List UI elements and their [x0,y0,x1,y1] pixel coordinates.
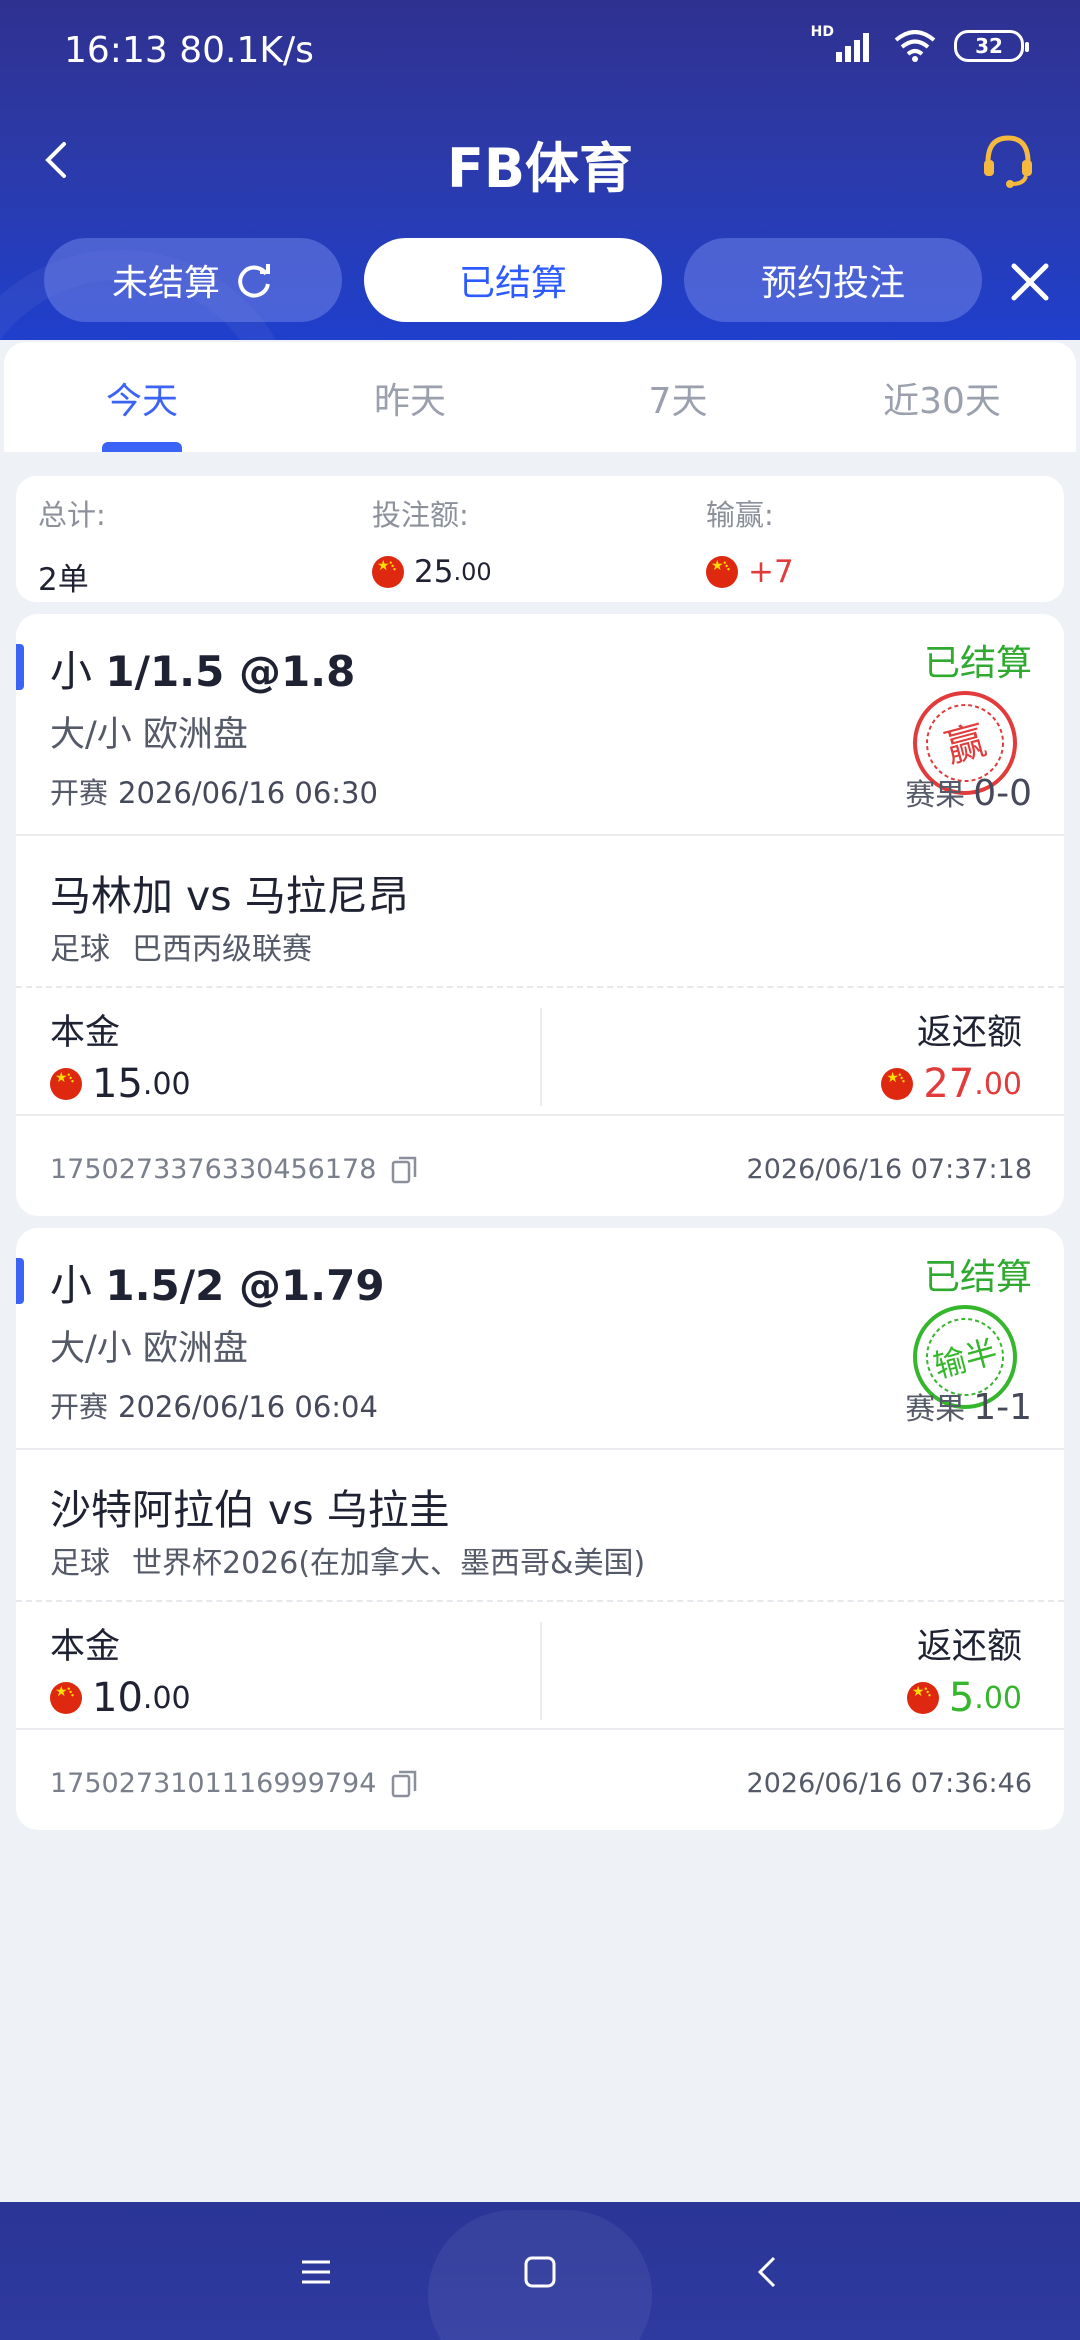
tab-yesterday[interactable]: 昨天 [276,372,544,424]
divider [16,834,1064,836]
tab-unsettled[interactable]: 未结算 [44,238,342,322]
vertical-divider [540,1008,542,1106]
svg-text:输半: 输半 [930,1332,1002,1385]
cny-flag-icon [706,556,738,588]
cny-flag-icon [50,1068,82,1100]
date-filter-tabs: 今天 昨天 7天 近30天 [4,342,1076,452]
copy-icon[interactable] [390,1769,420,1799]
bet-card[interactable]: 小 1.5/2 @1.79 大/小 欧洲盘 开赛 2026/06/16 06:04… [16,1228,1064,1830]
bet-card[interactable]: 小 1/1.5 @1.8 大/小 欧洲盘 开赛 2026/06/16 06:30 … [16,614,1064,1216]
headset-icon [984,135,1032,188]
refresh-icon[interactable] [234,260,274,300]
svg-text:赢: 赢 [940,718,991,773]
divider [16,1448,1064,1450]
divider [16,986,1064,988]
match-teams: 沙特阿拉伯 vs 乌拉圭 [50,1486,450,1534]
summary-pnl: 输赢: +7 [706,492,794,590]
tab-today[interactable]: 今天 [8,372,276,424]
back-nav-icon[interactable] [748,2252,788,2292]
card-accent [16,644,24,690]
copy-icon[interactable] [390,1155,420,1185]
bet-selection: 小 1/1.5 @1.8 [50,647,356,696]
status-badge: 已结算 [923,643,1032,684]
page-title: FB体育 [446,137,634,200]
summary-stake: 投注额: 25.00 [372,492,492,590]
bet-market: 大/小 欧洲盘 [50,1329,248,1369]
league-info: 足球 世界杯2026(在加拿大、墨西哥&美国) [50,1546,646,1581]
cny-flag-icon [881,1068,914,1100]
customer-service-button[interactable] [976,128,1040,192]
match-teams: 马林加 vs 马拉尼昂 [50,872,409,920]
status-time: 16:13 80.1K/s [64,30,314,71]
principal: 本金 15.00 [50,1004,191,1107]
cny-flag-icon [50,1682,82,1714]
active-tab-indicator [102,442,182,452]
bet-market: 大/小 欧洲盘 [50,715,248,755]
close-icon [1011,263,1049,301]
nav-bar: FB体育 [0,100,1080,220]
card-accent [16,1258,24,1304]
match-result: 赛果 1-1 [905,1387,1032,1428]
divider [16,1114,1064,1116]
close-button[interactable] [1000,252,1060,312]
menu-icon[interactable] [296,2252,336,2292]
tab-settled[interactable]: 已结算 [364,238,662,322]
divider [16,1728,1064,1730]
status-tabs: 未结算 已结算 预约投注 [0,238,1080,328]
tab-30-days[interactable]: 近30天 [808,372,1076,424]
match-result: 赛果 0-0 [905,773,1032,814]
tab-7-days[interactable]: 7天 [544,372,812,424]
summary-panel: 总计: 2单 投注额: 25.00 输赢: +7 [16,476,1064,602]
bet-selection: 小 1.5/2 @1.79 [50,1261,385,1310]
cny-flag-icon [372,556,404,588]
signal-icon [836,33,869,62]
cny-flag-icon [906,1682,939,1714]
league-info: 足球 巴西丙级联赛 [50,932,312,967]
order-id: 1750273101116999794 [50,1768,420,1799]
divider [16,1600,1064,1602]
vertical-divider [540,1622,542,1720]
status-badge: 已结算 [923,1257,1032,1298]
battery-icon: 32 [954,30,1029,62]
status-bar: 16:13 80.1K/s HD 32 [0,0,1080,100]
kickoff-time: 开赛 2026/06/16 06:04 [50,1390,378,1424]
kickoff-time: 开赛 2026/06/16 06:30 [50,776,378,810]
tab-reserved-bets[interactable]: 预约投注 [684,238,982,322]
hd-badge: HD [810,24,834,40]
home-icon[interactable] [520,2252,560,2292]
summary-total: 总计: 2单 [38,498,106,598]
order-id: 1750273376330456178 [50,1154,420,1185]
principal: 本金 10.00 [50,1618,191,1721]
wifi-icon [894,30,936,62]
settle-time: 2026/06/16 07:36:46 [746,1768,1032,1799]
return-amount: 返还额 27.00 [881,1004,1022,1107]
system-nav-bar [0,2202,1080,2340]
settle-time: 2026/06/16 07:37:18 [746,1154,1032,1185]
return-amount: 返还额 5.00 [906,1618,1022,1721]
header-area: 16:13 80.1K/s HD 32 FB体育 未结算 已结算 预约投注 [0,0,1080,340]
status-icons: HD 32 [811,24,1029,62]
